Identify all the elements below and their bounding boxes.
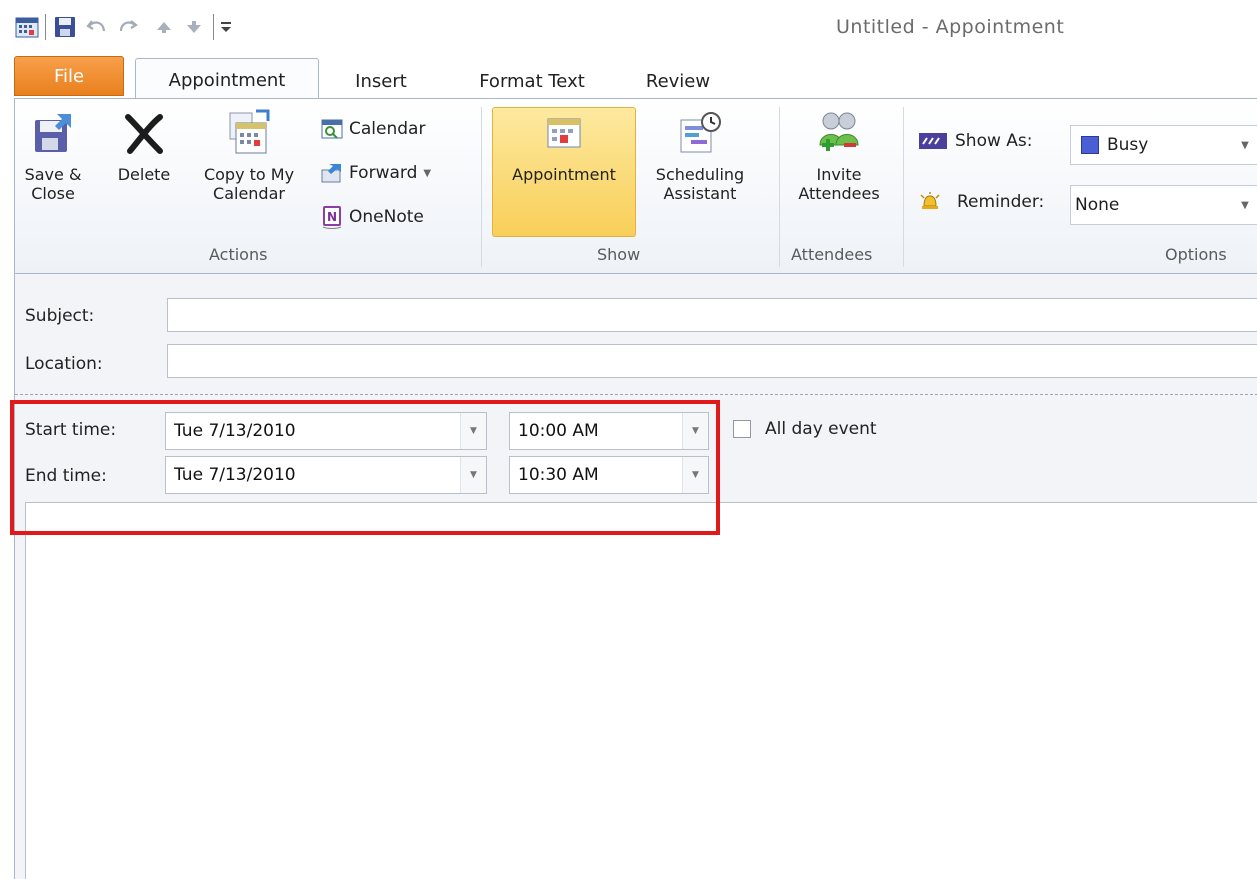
appointment-view-label: Appointment	[512, 165, 616, 184]
onenote-label: OneNote	[349, 207, 424, 227]
tab-appointment[interactable]: Appointment	[135, 58, 319, 102]
calendar-button[interactable]: Calendar	[321, 115, 425, 143]
subject-label: Subject:	[25, 306, 95, 326]
onenote-button[interactable]: N OneNote	[321, 203, 424, 231]
reminder-value: None	[1075, 195, 1120, 215]
notes-body-editor[interactable]	[25, 502, 1257, 879]
scheduling-assistant-button[interactable]: Scheduling Assistant	[642, 109, 758, 203]
reminder-label: Reminder:	[919, 191, 1044, 213]
ribbon-panel: Save & Close Delete Copy to My Calendar …	[14, 98, 1257, 274]
location-input[interactable]	[167, 344, 1257, 378]
chevron-down-icon[interactable]: ▼	[460, 457, 486, 493]
end-time-label: End time:	[25, 466, 107, 486]
group-separator	[903, 107, 904, 267]
show-as-label: Show As:	[919, 131, 1033, 151]
location-label: Location:	[25, 354, 103, 374]
reminder-bell-icon	[919, 191, 941, 213]
all-day-event-label: All day event	[765, 419, 877, 439]
end-date-picker[interactable]: Tue 7/13/2010 ▼	[165, 456, 487, 494]
copy-to-calendar-icon	[226, 109, 272, 157]
scheduling-assistant-label: Scheduling Assistant	[655, 165, 745, 203]
chevron-down-icon[interactable]: ▼	[1233, 126, 1257, 164]
show-as-dropdown[interactable]: Busy ▼	[1070, 125, 1257, 165]
forward-label: Forward	[349, 163, 418, 183]
tab-insert[interactable]: Insert	[336, 60, 426, 102]
copy-to-my-calendar-button[interactable]: Copy to My Calendar	[193, 109, 305, 203]
forward-icon	[321, 162, 343, 184]
group-label-options: Options	[1165, 245, 1227, 264]
chevron-down-icon[interactable]: ▼	[682, 457, 708, 493]
onenote-icon: N	[321, 206, 343, 229]
show-as-value: Busy	[1107, 135, 1149, 155]
customize-qat-icon[interactable]	[216, 16, 236, 38]
group-separator	[779, 107, 780, 267]
start-time-label: Start time:	[25, 420, 117, 440]
appointment-icon	[541, 109, 587, 157]
redo-icon[interactable]	[114, 16, 142, 38]
end-time-value: 10:30 AM	[518, 465, 599, 485]
calendar-app-icon	[14, 16, 40, 38]
invite-attendees-icon	[816, 109, 862, 157]
group-label-attendees: Attendees	[791, 245, 873, 264]
delete-label: Delete	[117, 165, 171, 184]
save-close-label: Save & Close	[24, 165, 82, 203]
chevron-down-icon[interactable]: ▼	[1233, 186, 1257, 224]
start-time-value: 10:00 AM	[518, 421, 599, 441]
subject-input[interactable]	[167, 298, 1257, 332]
end-time-picker[interactable]: 10:30 AM ▼	[509, 456, 709, 494]
show-as-text: Show As:	[955, 131, 1033, 151]
scheduling-assistant-icon	[677, 109, 723, 157]
invite-attendees-button[interactable]: Invite Attendees	[781, 109, 897, 203]
forward-dropdown-icon[interactable]: ▼	[423, 168, 431, 179]
invite-attendees-label: Invite Attendees	[798, 165, 880, 203]
save-close-button[interactable]: Save & Close	[21, 109, 85, 203]
save-icon[interactable]	[52, 16, 78, 38]
tab-review[interactable]: Review	[630, 60, 726, 102]
appointment-form: Subject: Location: Start time: Tue 7/13/…	[14, 274, 1257, 879]
svg-text:N: N	[327, 210, 337, 224]
start-date-value: Tue 7/13/2010	[174, 421, 296, 441]
ribbon-tabs: File Appointment Insert Format Text Revi…	[0, 52, 1257, 102]
chevron-down-icon[interactable]: ▼	[460, 413, 486, 449]
next-item-icon[interactable]	[182, 16, 206, 38]
start-date-picker[interactable]: Tue 7/13/2010 ▼	[165, 412, 487, 450]
copy-to-calendar-label: Copy to My Calendar	[203, 165, 295, 203]
group-separator	[481, 107, 482, 267]
group-label-show: Show	[597, 245, 641, 264]
start-time-picker[interactable]: 10:00 AM ▼	[509, 412, 709, 450]
window-title: Untitled - Appointment	[836, 16, 1065, 38]
all-day-event-checkbox[interactable]	[733, 420, 751, 438]
forward-button[interactable]: Forward ▼	[321, 159, 431, 187]
end-date-value: Tue 7/13/2010	[174, 465, 296, 485]
save-close-icon	[30, 109, 76, 157]
chevron-down-icon[interactable]: ▼	[682, 413, 708, 449]
delete-button[interactable]: Delete	[111, 109, 177, 184]
calendar-label: Calendar	[349, 119, 426, 139]
toolbar-separator	[213, 14, 214, 40]
calendar-icon	[321, 118, 343, 140]
toolbar-separator	[45, 14, 46, 40]
delete-icon	[121, 109, 167, 157]
appointment-view-button[interactable]: Appointment	[492, 109, 636, 184]
previous-item-icon[interactable]	[152, 16, 176, 38]
group-label-actions: Actions	[209, 245, 268, 264]
tab-file[interactable]: File	[14, 56, 124, 96]
busy-swatch	[1081, 136, 1099, 154]
reminder-dropdown[interactable]: None ▼	[1070, 185, 1257, 225]
reminder-text: Reminder:	[957, 192, 1045, 212]
quick-access-toolbar: Untitled - Appointment	[0, 0, 1257, 52]
show-as-icon	[919, 133, 947, 149]
tab-format-text[interactable]: Format Text	[462, 60, 602, 102]
section-divider	[15, 394, 1257, 395]
undo-icon[interactable]	[84, 16, 110, 38]
